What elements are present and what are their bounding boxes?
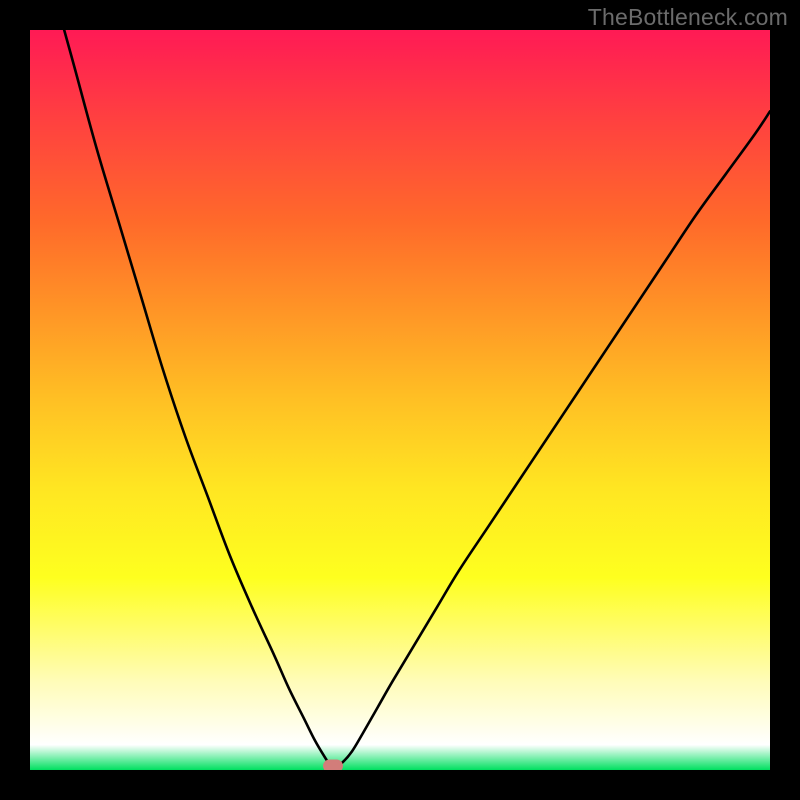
watermark-label: TheBottleneck.com bbox=[588, 4, 788, 31]
optimal-point-marker bbox=[323, 760, 343, 770]
curve-right-branch bbox=[333, 111, 770, 768]
plot-area bbox=[30, 30, 770, 770]
chart-frame: TheBottleneck.com bbox=[0, 0, 800, 800]
curve-left-branch bbox=[30, 30, 333, 769]
bottleneck-curve bbox=[30, 30, 770, 770]
